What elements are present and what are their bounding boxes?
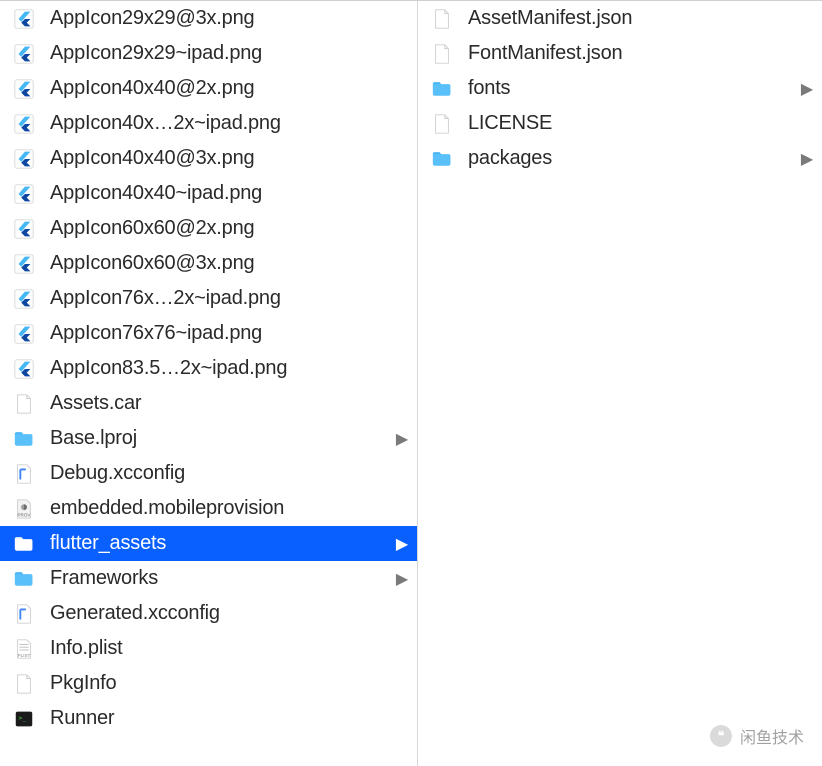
flutter-icon — [12, 322, 36, 346]
file-row[interactable]: AppIcon60x60@2x.png — [0, 211, 417, 246]
file-label: AppIcon29x29~ipad.png — [50, 42, 409, 65]
file-label: Generated.xcconfig — [50, 602, 409, 625]
file-label: LICENSE — [468, 112, 814, 135]
file-row[interactable]: AppIcon40x…2x~ipad.png — [0, 106, 417, 141]
svg-text:>_: >_ — [19, 713, 27, 721]
blank-icon — [430, 112, 454, 136]
flutter-icon — [12, 112, 36, 136]
file-row[interactable]: AppIcon40x40~ipad.png — [0, 176, 417, 211]
svg-text:PLIST: PLIST — [18, 652, 31, 657]
flutter-icon — [12, 77, 36, 101]
file-row[interactable]: Debug.xcconfig — [0, 456, 417, 491]
file-label: AppIcon76x…2x~ipad.png — [50, 287, 409, 310]
file-label: Debug.xcconfig — [50, 462, 409, 485]
chevron-right-icon: ▶ — [800, 79, 814, 99]
file-label: Runner — [50, 707, 409, 730]
flutter-icon — [12, 42, 36, 66]
file-row[interactable]: packages▶ — [418, 141, 822, 176]
file-row[interactable]: LICENSE — [418, 106, 822, 141]
flutter-icon — [12, 7, 36, 31]
chevron-right-icon: ▶ — [395, 429, 409, 449]
file-label: AppIcon83.5…2x~ipad.png — [50, 357, 409, 380]
flutter-icon — [12, 287, 36, 311]
file-label: Frameworks — [50, 567, 391, 590]
watermark: ❝ 闲鱼技术 — [710, 724, 804, 748]
watermark-label: 闲鱼技术 — [740, 724, 804, 748]
file-label: Assets.car — [50, 392, 409, 415]
chevron-right-icon: ▶ — [395, 534, 409, 554]
column-right: AssetManifest.json FontManifest.json fon… — [418, 1, 822, 766]
file-label: AppIcon60x60@3x.png — [50, 252, 409, 275]
file-label: AppIcon60x60@2x.png — [50, 217, 409, 240]
file-label: Base.lproj — [50, 427, 391, 450]
file-row[interactable]: AppIcon29x29@3x.png — [0, 1, 417, 36]
flutter-icon — [12, 182, 36, 206]
svg-text:PROV: PROV — [18, 512, 32, 517]
file-row[interactable]: AppIcon83.5…2x~ipad.png — [0, 351, 417, 386]
blank-icon — [12, 392, 36, 416]
file-label: packages — [468, 147, 796, 170]
flutter-icon — [12, 147, 36, 171]
file-row[interactable]: PROV embedded.mobileprovision — [0, 491, 417, 526]
folder-icon — [12, 427, 36, 451]
file-label: AssetManifest.json — [468, 7, 814, 30]
finder-columns: AppIcon29x29@3x.png AppIcon29x29~ipad.pn… — [0, 0, 822, 766]
file-label: Info.plist — [50, 637, 409, 660]
file-row[interactable]: AppIcon40x40@3x.png — [0, 141, 417, 176]
file-label: flutter_assets — [50, 532, 391, 555]
xcconfig-icon — [12, 462, 36, 486]
file-row[interactable]: >_ Runner — [0, 701, 417, 736]
file-row[interactable]: FontManifest.json — [418, 36, 822, 71]
file-row[interactable]: AppIcon40x40@2x.png — [0, 71, 417, 106]
file-row[interactable]: Base.lproj▶ — [0, 421, 417, 456]
xcconfig-icon — [12, 602, 36, 626]
flutter-icon — [12, 252, 36, 276]
plist-icon: PLIST — [12, 637, 36, 661]
file-label: FontManifest.json — [468, 42, 814, 65]
file-label: embedded.mobileprovision — [50, 497, 409, 520]
file-row[interactable]: Generated.xcconfig — [0, 596, 417, 631]
file-row[interactable]: AppIcon29x29~ipad.png — [0, 36, 417, 71]
file-label: AppIcon29x29@3x.png — [50, 7, 409, 30]
file-row[interactable]: AppIcon76x76~ipad.png — [0, 316, 417, 351]
blank-icon — [12, 672, 36, 696]
folder-icon — [12, 532, 36, 556]
file-row[interactable]: AppIcon60x60@3x.png — [0, 246, 417, 281]
file-label: AppIcon40x40~ipad.png — [50, 182, 409, 205]
file-row[interactable]: AssetManifest.json — [418, 1, 822, 36]
file-row[interactable]: fonts▶ — [418, 71, 822, 106]
wechat-icon: ❝ — [710, 725, 732, 747]
file-row[interactable]: flutter_assets▶ — [0, 526, 417, 561]
exec-icon: >_ — [12, 707, 36, 731]
flutter-icon — [12, 217, 36, 241]
file-label: AppIcon40x…2x~ipad.png — [50, 112, 409, 135]
file-row[interactable]: PkgInfo — [0, 666, 417, 701]
file-label: fonts — [468, 77, 796, 100]
file-row[interactable]: Assets.car — [0, 386, 417, 421]
folder-icon — [430, 147, 454, 171]
file-label: PkgInfo — [50, 672, 409, 695]
blank-icon — [430, 42, 454, 66]
folder-icon — [430, 77, 454, 101]
chevron-right-icon: ▶ — [800, 149, 814, 169]
folder-icon — [12, 567, 36, 591]
file-label: AppIcon40x40@2x.png — [50, 77, 409, 100]
chevron-right-icon: ▶ — [395, 569, 409, 589]
flutter-icon — [12, 357, 36, 381]
file-label: AppIcon76x76~ipad.png — [50, 322, 409, 345]
blank-icon — [430, 7, 454, 31]
column-left: AppIcon29x29@3x.png AppIcon29x29~ipad.pn… — [0, 1, 418, 766]
file-label: AppIcon40x40@3x.png — [50, 147, 409, 170]
file-row[interactable]: AppIcon76x…2x~ipad.png — [0, 281, 417, 316]
file-row[interactable]: Frameworks▶ — [0, 561, 417, 596]
prov-icon: PROV — [12, 497, 36, 521]
file-row[interactable]: PLIST Info.plist — [0, 631, 417, 666]
